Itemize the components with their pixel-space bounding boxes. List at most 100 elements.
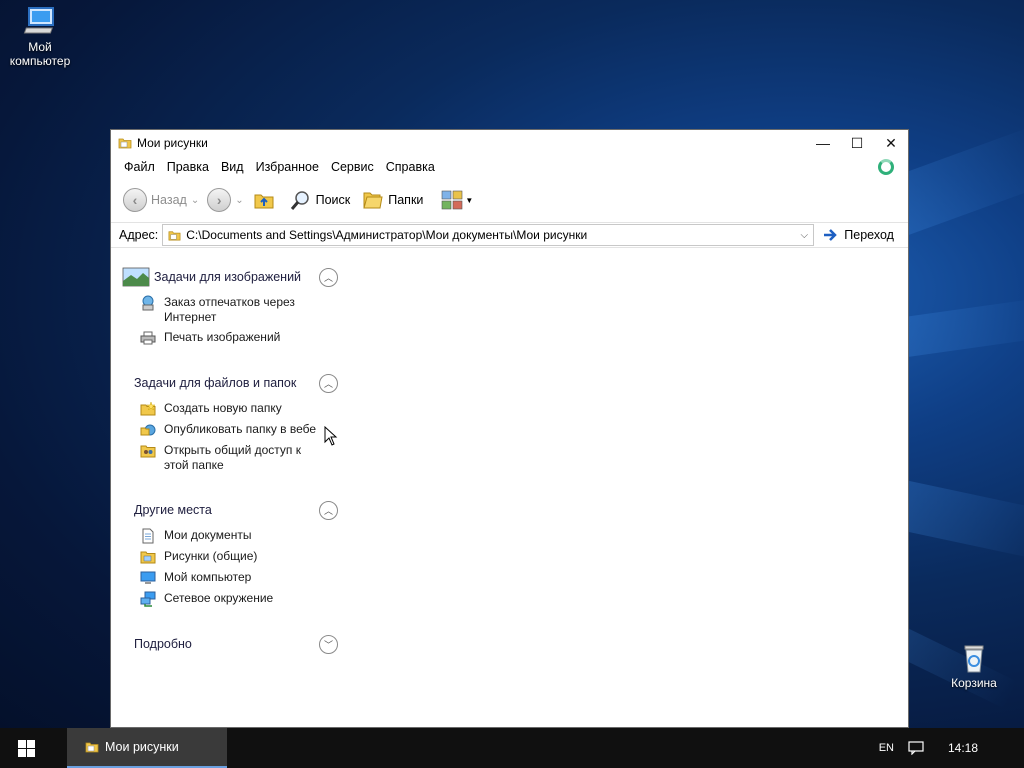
mouse-cursor-icon: [324, 426, 338, 446]
task-label: Опубликовать папку в вебе: [164, 422, 317, 436]
group-title: Задачи для изображений: [154, 270, 302, 284]
recycle-bin-icon: [964, 645, 984, 673]
chevron-up-icon[interactable]: ︿: [319, 373, 338, 393]
chevron-down-icon[interactable]: ⌄: [191, 195, 199, 206]
place-label: Сетевое окружение: [164, 591, 274, 605]
desktop-icon-recycle-bin[interactable]: Корзина: [934, 642, 1014, 690]
task-label: Открыть общий доступ к этой папке: [164, 443, 302, 472]
share-folder-icon: [140, 445, 156, 458]
group-header[interactable]: Подробно ﹀: [129, 633, 339, 655]
file-folder-tasks-group: Задачи для файлов и папок ︿ Создать нову…: [129, 372, 339, 473]
picture-icon: [122, 267, 150, 287]
group-header[interactable]: Задачи для файлов и папок ︿: [129, 372, 339, 394]
language-indicator[interactable]: EN: [879, 742, 894, 754]
desktop-icon-label: Мой компьютер: [9, 40, 71, 68]
task-pane: Задачи для изображений ︿ Заказ отпечатко…: [122, 266, 339, 681]
taskbar-item-label: Мои рисунки: [105, 740, 179, 754]
folder-icon: [140, 551, 156, 564]
forward-arrow-icon: ›: [207, 188, 232, 212]
group-header[interactable]: Задачи для изображений ︿: [122, 266, 339, 288]
desktop-icon-label: Корзина: [951, 676, 997, 690]
forward-button[interactable]: › ⌄: [207, 188, 244, 212]
folders-label: Папки: [388, 193, 424, 207]
throbber-icon: [878, 159, 894, 175]
place-label: Мои документы: [164, 528, 252, 542]
taskbar-item-my-pictures[interactable]: Мои рисунки: [67, 728, 227, 768]
search-button[interactable]: Поиск: [290, 189, 351, 211]
go-label: Переход: [844, 228, 894, 242]
back-button[interactable]: ‹ Назад ⌄: [123, 188, 199, 212]
group-title: Подробно: [134, 637, 192, 651]
folder-icon: [118, 138, 132, 149]
chevron-down-icon[interactable]: ⌵: [795, 230, 813, 241]
menu-favorites[interactable]: Избранное: [250, 160, 325, 174]
task-label: Печать изображений: [164, 330, 281, 344]
arrow-right-icon: [824, 229, 838, 241]
place-network[interactable]: Сетевое окружение: [140, 591, 339, 607]
system-tray: EN 14:18: [879, 728, 1024, 768]
views-button[interactable]: ▼: [441, 190, 473, 210]
task-print-pictures[interactable]: Печать изображений: [140, 330, 339, 346]
folder-icon: [85, 742, 99, 753]
network-icon: [140, 591, 156, 607]
place-my-computer[interactable]: Мой компьютер: [140, 570, 339, 586]
chevron-up-icon[interactable]: ︿: [319, 500, 338, 520]
computer-icon: [140, 571, 156, 584]
chevron-down-icon: ▼: [465, 195, 474, 205]
windows-logo-icon: [17, 739, 35, 757]
search-label: Поиск: [315, 193, 351, 207]
details-group: Подробно ﹀: [129, 633, 339, 655]
task-order-prints[interactable]: Заказ отпечатков через Интернет: [140, 295, 339, 325]
address-label: Адрес:: [119, 228, 159, 242]
task-publish-web[interactable]: Опубликовать папку в вебе: [140, 422, 339, 438]
title-bar[interactable]: Мои рисунки — ☐ ✕: [111, 130, 908, 156]
group-title: Другие места: [134, 503, 212, 517]
folders-button[interactable]: Папки: [362, 189, 423, 211]
task-new-folder[interactable]: Создать новую папку: [140, 401, 339, 417]
other-places-group: Другие места ︿ Мои документы Рисунки (об…: [129, 499, 339, 607]
folders-icon: [363, 192, 383, 209]
address-bar: Адрес: C:\Documents and Settings\Админис…: [111, 222, 908, 248]
minimize-button[interactable]: —: [806, 130, 840, 156]
task-share-folder[interactable]: Открыть общий доступ к этой папке: [140, 443, 339, 473]
menu-help[interactable]: Справка: [380, 160, 441, 174]
menu-file[interactable]: Файл: [118, 160, 161, 174]
desktop-icon-my-computer[interactable]: Мой компьютер: [0, 4, 80, 68]
menu-view[interactable]: Вид: [215, 160, 250, 174]
document-icon: [142, 528, 154, 544]
close-button[interactable]: ✕: [874, 130, 908, 156]
menu-bar: Файл Правка Вид Избранное Сервис Справка: [111, 156, 908, 178]
place-label: Рисунки (общие): [164, 549, 258, 563]
place-label: Мой компьютер: [164, 570, 252, 584]
up-button[interactable]: [252, 188, 276, 212]
computer-icon: [23, 7, 54, 34]
back-label: Назад: [151, 193, 187, 207]
notification-icon[interactable]: [908, 741, 924, 755]
chevron-down-icon[interactable]: ﹀: [319, 634, 338, 654]
go-button[interactable]: Переход: [822, 227, 894, 243]
group-title: Задачи для файлов и папок: [134, 376, 297, 390]
task-label: Создать новую папку: [164, 401, 282, 415]
place-shared-pictures[interactable]: Рисунки (общие): [140, 549, 339, 565]
clock[interactable]: 14:18: [948, 741, 978, 755]
globe-printer-icon: [142, 295, 154, 311]
chevron-up-icon[interactable]: ︿: [319, 267, 338, 287]
views-icon: [442, 190, 463, 210]
maximize-button[interactable]: ☐: [840, 130, 874, 156]
group-header[interactable]: Другие места ︿: [129, 499, 339, 521]
chevron-down-icon[interactable]: ⌄: [235, 195, 243, 206]
place-my-documents[interactable]: Мои документы: [140, 528, 339, 544]
new-folder-icon: [140, 401, 156, 416]
menu-edit[interactable]: Правка: [161, 160, 215, 174]
publish-web-icon: [140, 424, 156, 436]
window-title: Мои рисунки: [137, 136, 208, 150]
folder-up-icon: [254, 194, 274, 209]
address-path: C:\Documents and Settings\Администратор\…: [186, 228, 588, 242]
folder-icon: [168, 230, 181, 241]
explorer-window: Мои рисунки — ☐ ✕ Файл Правка Вид Избран…: [110, 129, 909, 728]
taskbar: Мои рисунки EN 14:18: [0, 728, 1024, 768]
address-input[interactable]: C:\Documents and Settings\Администратор\…: [162, 224, 815, 246]
start-button[interactable]: [0, 728, 52, 768]
menu-tools[interactable]: Сервис: [325, 160, 380, 174]
task-label: Заказ отпечатков через Интернет: [164, 295, 295, 324]
